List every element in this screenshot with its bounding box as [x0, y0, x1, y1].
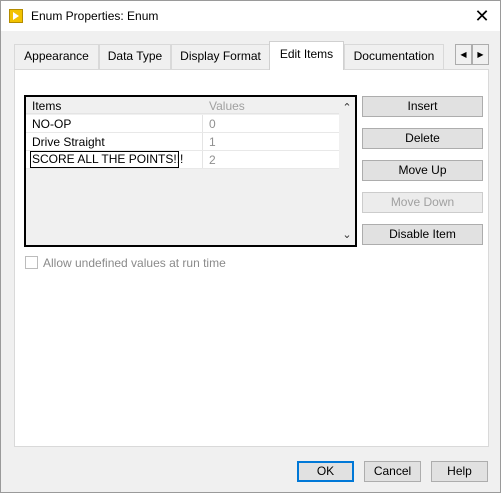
- close-button[interactable]: ✕: [466, 3, 498, 29]
- help-button[interactable]: Help: [431, 461, 488, 482]
- move-up-button[interactable]: Move Up: [362, 160, 483, 181]
- allow-undefined-checkbox[interactable]: [25, 256, 38, 269]
- item-value: 2: [209, 153, 216, 167]
- list-item[interactable]: NO-OP 0: [26, 115, 339, 133]
- item-edit-field[interactable]: SCORE ALL THE POINTS!!!: [30, 151, 183, 168]
- scroll-down-icon[interactable]: ⌄: [340, 228, 354, 242]
- item-label[interactable]: NO-OP: [32, 117, 202, 132]
- scroll-up-icon[interactable]: ⌃: [340, 101, 354, 115]
- cancel-button[interactable]: Cancel: [364, 461, 421, 482]
- list-header: Items Values: [26, 97, 339, 114]
- tab-display-format[interactable]: Display Format: [171, 44, 270, 69]
- list-item[interactable]: Drive Straight 1: [26, 133, 339, 151]
- enum-properties-dialog: Enum Properties: Enum ✕ Appearance Data …: [0, 0, 501, 493]
- tab-edit-items[interactable]: Edit Items: [269, 41, 344, 70]
- item-value: 0: [209, 117, 216, 131]
- tab-documentation[interactable]: Documentation: [344, 44, 444, 69]
- tab-scroll-left-icon[interactable]: ◀: [455, 44, 472, 65]
- move-down-button[interactable]: Move Down: [362, 192, 483, 213]
- list-item[interactable]: SCORE ALL THE POINTS!!! 2: [26, 151, 339, 169]
- column-divider: [202, 133, 203, 150]
- edit-items-panel: Items Values NO-OP 0 Drive Straight 1 SC…: [14, 69, 489, 447]
- labview-vi-icon: [9, 9, 23, 23]
- tab-appearance[interactable]: Appearance: [14, 44, 99, 69]
- tab-data-type[interactable]: Data Type: [99, 44, 171, 69]
- column-divider: [202, 151, 203, 168]
- title-bar: Enum Properties: Enum ✕: [1, 1, 500, 31]
- item-label[interactable]: Drive Straight: [32, 135, 202, 150]
- insert-button[interactable]: Insert: [362, 96, 483, 117]
- allow-undefined-label: Allow undefined values at run time: [43, 256, 226, 270]
- disable-item-button[interactable]: Disable Item: [362, 224, 483, 245]
- ok-button[interactable]: OK: [297, 461, 354, 482]
- delete-button[interactable]: Delete: [362, 128, 483, 149]
- tab-scroll-right-icon[interactable]: ▶: [472, 44, 489, 65]
- items-list[interactable]: Items Values NO-OP 0 Drive Straight 1 SC…: [24, 95, 357, 247]
- items-column-header: Items: [32, 99, 62, 113]
- values-column-header: Values: [209, 99, 245, 113]
- window-title: Enum Properties: Enum: [31, 9, 159, 23]
- column-divider: [202, 115, 203, 132]
- item-value: 1: [209, 135, 216, 149]
